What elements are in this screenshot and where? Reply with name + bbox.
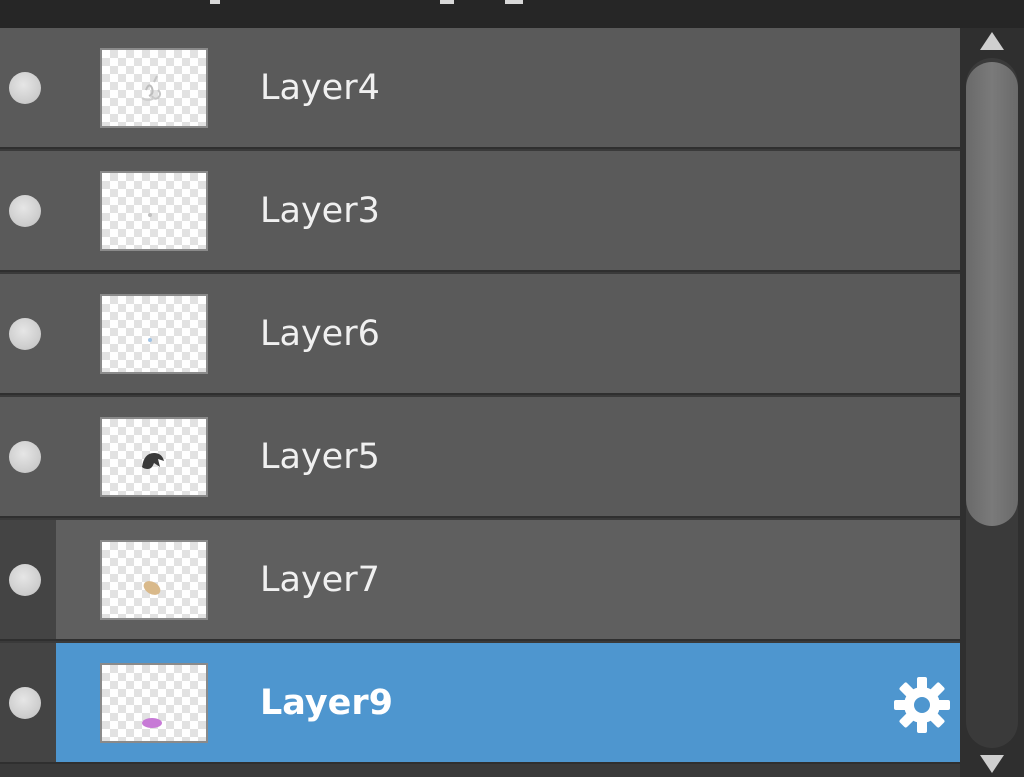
layers-list: Layer4 Layer3 Layer6 Layer5 Layer7 Layer…: [0, 28, 960, 777]
layer-thumbnail: [100, 417, 208, 497]
layer-thumbnail: [100, 540, 208, 620]
layer-thumbnail: [100, 663, 208, 743]
visibility-toggle-icon[interactable]: [9, 441, 41, 473]
shape-thumbnail-icon: [142, 453, 164, 469]
blob-thumbnail-icon: [143, 581, 161, 595]
layer-thumbnail: [100, 171, 208, 251]
top-toolbar: [0, 0, 1024, 28]
layer-name: Layer5: [260, 437, 380, 477]
layer-name: Layer7: [260, 560, 380, 600]
vertical-scrollbar[interactable]: [960, 28, 1024, 777]
triangle-down-icon[interactable]: [976, 749, 1008, 777]
blob-thumbnail-icon: [142, 718, 162, 728]
gear-icon[interactable]: [890, 673, 954, 737]
layer-name: Layer3: [260, 191, 380, 231]
visibility-toggle-icon[interactable]: [9, 72, 41, 104]
toolbar-text-fragment: [505, 0, 523, 4]
layer-thumbnail: [100, 48, 208, 128]
layer-row-layer7[interactable]: Layer7: [0, 520, 960, 641]
visibility-toggle-icon[interactable]: [9, 195, 41, 227]
sketch-thumbnail-icon: [141, 75, 161, 101]
layer-row-layer6[interactable]: Layer6: [0, 274, 960, 395]
layer-name: Layer4: [260, 68, 380, 108]
dot-thumbnail-icon: [148, 338, 152, 342]
toolbar-text-fragment: [440, 0, 454, 4]
visibility-toggle-icon[interactable]: [9, 564, 41, 596]
layer-thumbnail: [100, 294, 208, 374]
dot-thumbnail-icon: [148, 213, 152, 217]
layer-row-layer3[interactable]: Layer3: [0, 151, 960, 272]
layer-name: Layer9: [260, 683, 394, 723]
layer-row-layer9[interactable]: Layer9: [0, 643, 960, 764]
layer-name: Layer6: [260, 314, 380, 354]
visibility-toggle-icon[interactable]: [9, 687, 41, 719]
toolbar-text-fragment: [210, 0, 220, 4]
visibility-toggle-icon[interactable]: [9, 318, 41, 350]
layer-row-layer4[interactable]: Layer4: [0, 28, 960, 149]
triangle-up-icon[interactable]: [976, 28, 1008, 56]
scroll-thumb[interactable]: [966, 62, 1018, 526]
layer-row-layer5[interactable]: Layer5: [0, 397, 960, 518]
